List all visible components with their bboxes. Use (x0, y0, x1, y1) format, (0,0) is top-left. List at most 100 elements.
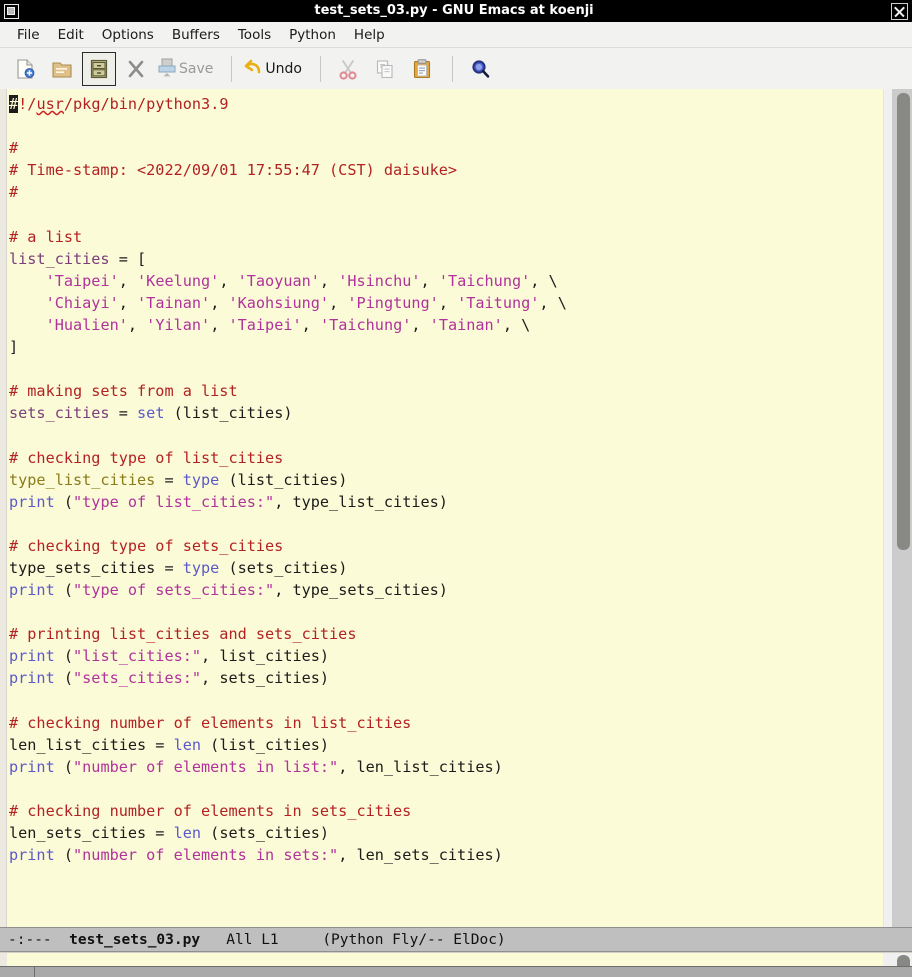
code-token: , type_sets_cities) (274, 581, 448, 599)
code-token: 'Yilan' (146, 316, 210, 334)
code-token: 'Tainan' (137, 294, 210, 312)
menu-edit[interactable]: Edit (49, 24, 93, 46)
modeline-position: All L1 (226, 932, 278, 948)
code-line: # Time-stamp: <2022/09/01 17:55:47 (CST)… (7, 159, 883, 181)
code-line: ] (7, 336, 883, 358)
code-token: , (421, 272, 439, 290)
code-line: print ("number of elements in list:", le… (7, 756, 883, 778)
code-token: "number of elements in list:" (73, 758, 338, 776)
code-token: , sets_cities) (201, 669, 329, 687)
code-token: "sets_cities:" (73, 669, 201, 687)
save-label: Save (179, 61, 213, 77)
code-token: , \ (539, 294, 566, 312)
window-title: test_sets_03.py - GNU Emacs at koenji (22, 0, 886, 22)
menu-tools[interactable]: Tools (229, 24, 280, 46)
code-token: ( (55, 846, 73, 864)
code-token: (sets_cities) (201, 824, 329, 842)
code-line (7, 690, 883, 712)
toolbar-separator-1 (231, 56, 232, 82)
code-token: "number of elements in sets:" (73, 846, 338, 864)
code-token: (list_cities) (201, 736, 329, 754)
vertical-scrollbar[interactable] (883, 89, 912, 927)
new-file-button[interactable] (8, 52, 42, 86)
code-line: print ("type of list_cities:", type_list… (7, 491, 883, 513)
code-line (7, 513, 883, 535)
code-token (9, 272, 46, 290)
menu-help[interactable]: Help (345, 24, 394, 46)
code-token: type (183, 471, 220, 489)
open-file-button[interactable] (45, 52, 79, 86)
mode-line[interactable]: -:--- test_sets_03.py All L1 (Python Fly… (0, 927, 912, 952)
save-button[interactable]: Save (156, 56, 217, 82)
code-token: (list_cities) (219, 471, 347, 489)
code-token: # checking number of elements in sets_ci… (9, 802, 411, 820)
code-buffer[interactable]: #!/usr/pkg/bin/python3.9 ## Time-stamp: … (7, 89, 883, 927)
code-token: set (137, 404, 164, 422)
undo-button[interactable]: Undo (242, 56, 306, 82)
copy-button[interactable] (368, 52, 402, 86)
tool-bar: Save Undo (0, 48, 912, 89)
menu-options[interactable]: Options (93, 24, 163, 46)
code-token: ( (55, 581, 73, 599)
code-token: (sets_cities) (219, 559, 347, 577)
code-token: type_sets_cities (9, 559, 155, 577)
close-buffer-button[interactable] (119, 52, 153, 86)
code-token: = (155, 471, 182, 489)
code-token: , (119, 272, 137, 290)
code-token: , (439, 294, 457, 312)
code-line: 'Chiayi', 'Tainan', 'Kaohsiung', 'Pingtu… (7, 292, 883, 314)
buffer-area: #!/usr/pkg/bin/python3.9 ## Time-stamp: … (0, 89, 912, 927)
code-token: 'Hualien' (46, 316, 128, 334)
code-token: , (210, 316, 228, 334)
open-folder-icon (51, 58, 73, 80)
menu-buffers[interactable]: Buffers (163, 24, 229, 46)
left-fringe (0, 89, 7, 927)
code-line: print ("sets_cities:", sets_cities) (7, 667, 883, 689)
code-token: type (183, 559, 220, 577)
code-token: = (146, 736, 173, 754)
close-window-button[interactable] (886, 0, 912, 22)
code-token: print (9, 647, 55, 665)
code-token: /pkg/bin/python3.9 (64, 95, 229, 113)
code-line: len_list_cities = len (list_cities) (7, 734, 883, 756)
dired-button[interactable] (82, 52, 116, 86)
code-token: , (329, 294, 347, 312)
code-token: # (9, 139, 18, 157)
paste-button[interactable] (405, 52, 439, 86)
code-token: 'Keelung' (137, 272, 219, 290)
code-token: ] (9, 338, 18, 356)
code-token: , (302, 316, 320, 334)
code-line: # making sets from a list (7, 380, 883, 402)
code-token (9, 316, 46, 334)
code-token: , (320, 272, 338, 290)
toolbar-separator-3 (452, 56, 453, 82)
code-token: 'Taichung' (320, 316, 411, 334)
code-token: list_cities (9, 250, 110, 268)
code-line: # checking number of elements in list_ci… (7, 712, 883, 734)
code-token: ( (55, 758, 73, 776)
code-token: # checking number of elements in list_ci… (9, 714, 411, 732)
code-token: 'Hsinchu' (338, 272, 420, 290)
cut-button[interactable] (331, 52, 365, 86)
menu-file[interactable]: File (8, 24, 49, 46)
code-token: print (9, 846, 55, 864)
code-token: 'Kaohsiung' (228, 294, 329, 312)
code-token: print (9, 758, 55, 776)
code-token: len (174, 736, 201, 754)
title-bar: test_sets_03.py - GNU Emacs at koenji (0, 0, 912, 22)
code-token: print (9, 669, 55, 687)
code-line: 'Hualien', 'Yilan', 'Taipei', 'Taichung'… (7, 314, 883, 336)
file-cabinet-icon (88, 58, 110, 80)
code-token: type_list_cities (9, 471, 155, 489)
code-token: = (146, 824, 173, 842)
scrollbar-thumb[interactable] (897, 93, 910, 550)
search-button[interactable] (463, 52, 497, 86)
scrollbar-track[interactable] (892, 89, 912, 927)
code-token: 'Taoyuan' (238, 272, 320, 290)
code-token: ( (55, 669, 73, 687)
menu-python[interactable]: Python (280, 24, 345, 46)
code-token: len_sets_cities (9, 824, 146, 842)
clipboard-icon (411, 58, 433, 80)
close-x-icon (125, 58, 147, 80)
undo-arrow-icon (242, 56, 264, 82)
